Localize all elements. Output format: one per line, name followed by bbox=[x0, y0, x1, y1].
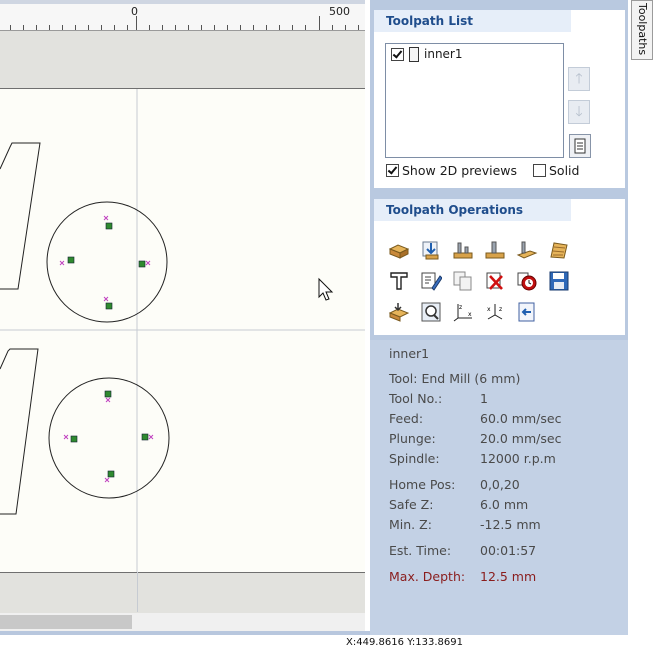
letter-outline-bottom bbox=[0, 348, 39, 515]
material-edge-top bbox=[0, 31, 365, 89]
drilling-toolpath-button[interactable] bbox=[452, 239, 474, 261]
edit-toolpath-button[interactable] bbox=[420, 270, 443, 292]
copy-toolpath-button[interactable] bbox=[452, 270, 474, 292]
info-value-home-pos: 0,0,20 bbox=[480, 477, 520, 492]
magnifier-preview-icon bbox=[421, 302, 441, 322]
fluting-toolpath-icon bbox=[516, 241, 538, 259]
svg-text:x: x bbox=[487, 306, 491, 313]
solid-label: Solid bbox=[549, 163, 580, 178]
delete-toolpath-button[interactable] bbox=[484, 270, 506, 292]
text-engrave-toolpath-button[interactable] bbox=[388, 270, 410, 292]
pocket-toolpath-icon bbox=[422, 241, 439, 260]
status-bar bbox=[0, 635, 655, 648]
tab-toolpaths[interactable]: Toolpaths bbox=[631, 0, 653, 60]
selected-toolpath-name: inner1 bbox=[389, 346, 430, 361]
svg-text:z: z bbox=[459, 304, 462, 311]
save-toolpath-button[interactable] bbox=[548, 270, 570, 292]
toolpath-timer-button[interactable] bbox=[516, 270, 538, 292]
info-label-est-time: Est. Time: bbox=[389, 543, 452, 558]
text-tool-icon bbox=[390, 272, 408, 290]
info-label-tool-no: Tool No.: bbox=[389, 391, 443, 406]
node-handles-bottom bbox=[63, 390, 154, 483]
horizontal-ruler: 0 500 bbox=[0, 0, 365, 31]
show-2d-previews-label: Show 2D previews bbox=[402, 163, 518, 178]
show-2d-previews-checkbox[interactable] bbox=[386, 164, 399, 177]
summary-sheet-icon bbox=[574, 138, 586, 154]
move-down-button[interactable]: 🡓 bbox=[568, 100, 590, 124]
info-label-max-depth: Max. Depth: bbox=[389, 569, 466, 584]
pocket-toolpath-button[interactable] bbox=[420, 239, 442, 261]
edit-toolpath-icon bbox=[421, 272, 443, 291]
toolpath-type-icon bbox=[409, 47, 419, 62]
texture-toolpath-icon bbox=[550, 242, 568, 259]
info-value-tool-no: 1 bbox=[480, 391, 488, 406]
info-value-feed: 60.0 mm/sec bbox=[480, 411, 562, 426]
work-area[interactable] bbox=[0, 89, 365, 572]
material-edge-bottom bbox=[0, 572, 365, 613]
floppy-disk-icon bbox=[549, 271, 569, 291]
tool-description: Tool: End Mill (6 mm) bbox=[389, 371, 521, 386]
move-up-button[interactable]: 🡑 bbox=[568, 67, 590, 91]
stopwatch-icon bbox=[517, 272, 537, 291]
mouse-cursor-icon bbox=[318, 277, 334, 301]
xyz-axes-icon: zx bbox=[453, 304, 472, 322]
export-arrow-icon bbox=[518, 302, 535, 322]
ruler-top-edge bbox=[0, 0, 365, 4]
info-value-safe-z: 6.0 mm bbox=[480, 497, 529, 512]
svg-text:z: z bbox=[499, 306, 502, 313]
profile-toolpath-icon bbox=[388, 244, 410, 259]
info-value-est-time: 00:01:57 bbox=[480, 543, 537, 558]
info-value-max-depth: 12.5 mm bbox=[480, 569, 537, 584]
info-label-spindle: Spindle: bbox=[389, 451, 440, 466]
vector-drawing[interactable] bbox=[0, 89, 365, 572]
v-carve-toolpath-icon bbox=[485, 241, 505, 259]
preview-toolpath-button[interactable] bbox=[420, 301, 442, 323]
toolpath-item-name: inner1 bbox=[424, 47, 463, 61]
info-label-safe-z: Safe Z: bbox=[389, 497, 434, 512]
profile-toolpath-button[interactable] bbox=[388, 239, 410, 261]
toolpath-summary-button[interactable] bbox=[569, 134, 591, 158]
svg-text:x: x bbox=[468, 311, 472, 318]
info-label-home-pos: Home Pos: bbox=[389, 477, 456, 492]
copy-toolpath-icon bbox=[453, 271, 472, 291]
letter-outline-top bbox=[0, 142, 41, 290]
solid-checkbox[interactable] bbox=[533, 164, 546, 177]
origin-axes-icon: xz bbox=[487, 304, 503, 320]
toolpath-list[interactable]: inner1 bbox=[385, 43, 564, 158]
fluting-toolpath-button[interactable] bbox=[516, 239, 538, 261]
ruler-label-zero: 0 bbox=[131, 5, 138, 18]
info-label-min-z: Min. Z: bbox=[389, 517, 432, 532]
info-value-plunge: 20.0 mm/sec bbox=[480, 431, 562, 446]
toolpath-operations-title: Toolpath Operations bbox=[374, 199, 571, 221]
export-toolpath-button[interactable] bbox=[516, 301, 538, 323]
cursor-coordinates: X:449.8616 Y:133.8691 bbox=[346, 637, 463, 648]
drilling-toolpath-icon bbox=[453, 242, 473, 259]
side-tab-strip bbox=[628, 0, 655, 635]
origin-guide-lower bbox=[137, 572, 138, 612]
info-value-spindle: 12000 r.p.m bbox=[480, 451, 556, 466]
texture-toolpath-button[interactable] bbox=[548, 239, 570, 261]
v-carve-toolpath-button[interactable] bbox=[484, 239, 506, 261]
tab-toolpaths-label: Toolpaths bbox=[636, 3, 649, 56]
toolpath-visible-checkbox[interactable] bbox=[391, 48, 404, 61]
material-setup-button[interactable] bbox=[388, 301, 410, 323]
material-setup-icon bbox=[388, 303, 410, 322]
reset-origin-button[interactable]: xz bbox=[484, 301, 506, 323]
toolpath-list-item[interactable]: inner1 bbox=[390, 47, 560, 63]
info-value-min-z: -12.5 mm bbox=[480, 517, 541, 532]
toolpath-list-title: Toolpath List bbox=[374, 10, 571, 32]
horizontal-scrollbar-thumb[interactable] bbox=[0, 615, 132, 629]
ruler-label-500: 500 bbox=[329, 5, 350, 18]
info-label-feed: Feed: bbox=[389, 411, 424, 426]
set-home-position-button[interactable]: zx bbox=[452, 301, 474, 323]
delete-toolpath-icon bbox=[486, 272, 503, 290]
info-label-plunge: Plunge: bbox=[389, 431, 436, 446]
